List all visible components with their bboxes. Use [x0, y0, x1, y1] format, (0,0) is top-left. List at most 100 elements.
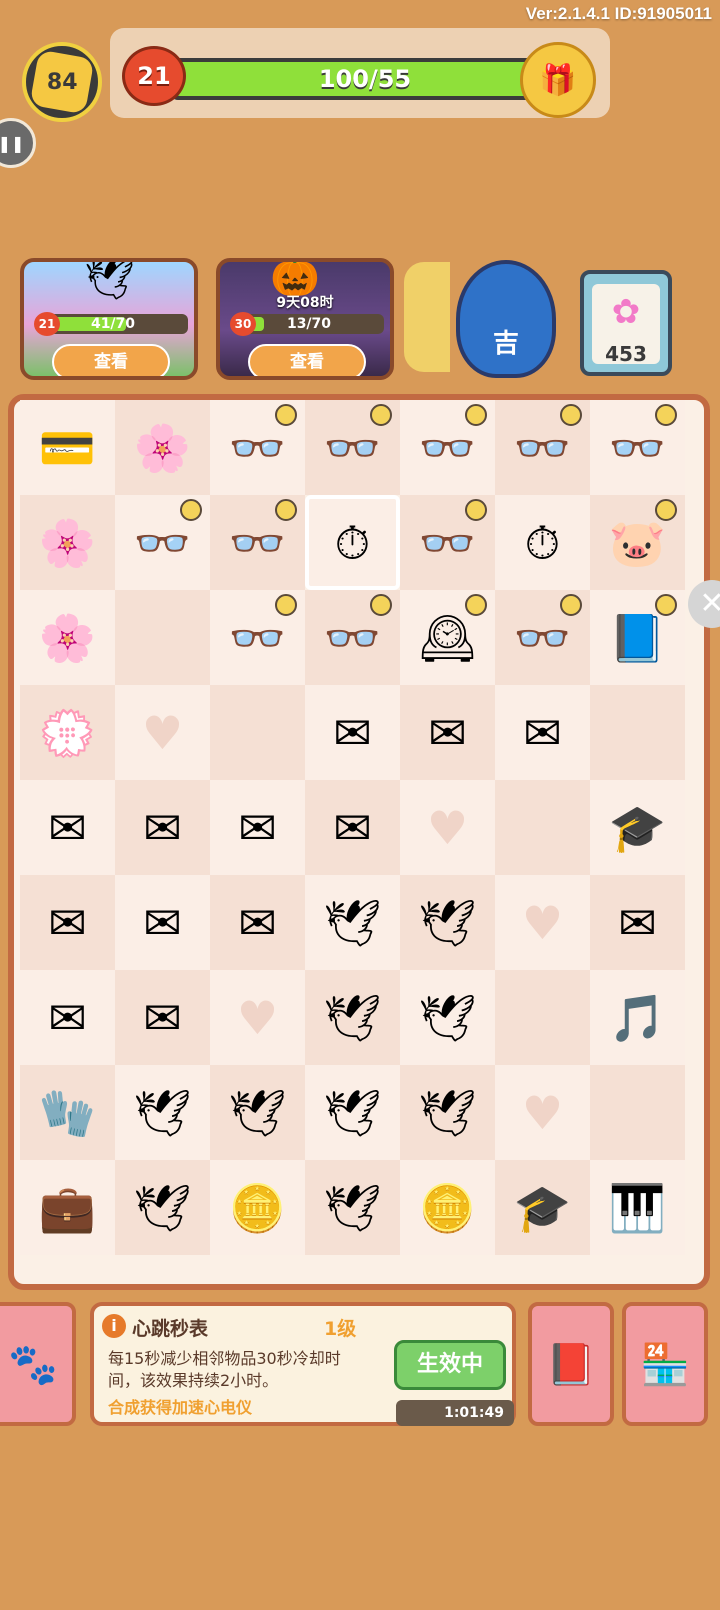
- glasses-icon: 👓: [418, 420, 477, 475]
- grid-cell-empty[interactable]: [495, 970, 590, 1065]
- grid-item-mittens[interactable]: 🧤: [20, 1065, 115, 1160]
- grid-item-letter[interactable]: ✉: [115, 970, 210, 1065]
- grid-item-clock[interactable]: 🕰: [400, 590, 495, 685]
- grid-item-letter[interactable]: ✉: [20, 875, 115, 970]
- grid-item-letter[interactable]: ✉: [115, 875, 210, 970]
- grid-item-heart[interactable]: ♥: [210, 970, 305, 1065]
- collection-clipboard[interactable]: ✿ 453: [580, 270, 672, 376]
- grid-item-glasses[interactable]: 👓: [305, 400, 400, 495]
- letter-icon: ✉: [143, 800, 182, 855]
- grid-item-glasses[interactable]: 👓: [400, 400, 495, 495]
- grid-item-crane[interactable]: 🕊: [115, 1160, 210, 1255]
- globe-icon[interactable]: [404, 262, 450, 372]
- grid-item-glasses[interactable]: 👓: [590, 400, 685, 495]
- recipe-book-button[interactable]: 📕: [528, 1302, 614, 1426]
- grid-item-letter[interactable]: ✉: [305, 780, 400, 875]
- grid-item-wallet[interactable]: 💳: [20, 400, 115, 495]
- crane-icon: 🕊: [418, 1085, 477, 1140]
- grid-item-letter[interactable]: ✉: [210, 780, 305, 875]
- grid-item-heart[interactable]: ♥: [495, 1065, 590, 1160]
- grid-item-crane[interactable]: 🕊: [305, 970, 400, 1065]
- grid-item-book[interactable]: 📘: [590, 590, 685, 685]
- grid-item-glasses[interactable]: 👓: [495, 400, 590, 495]
- event-card-crane[interactable]: 🕊 41/70 21 查看: [20, 258, 198, 380]
- grid-item-glasses[interactable]: 👓: [210, 590, 305, 685]
- grid-item-grad-cap[interactable]: 🎓: [590, 780, 685, 875]
- daruma-icon[interactable]: 吉: [456, 260, 556, 378]
- grid-item-glasses[interactable]: 👓: [400, 495, 495, 590]
- effect-countdown: 1:01:49: [396, 1400, 514, 1426]
- grid-item-flower-heart[interactable]: 💮: [20, 685, 115, 780]
- letter-icon: ✉: [333, 705, 372, 760]
- grid-item-letters[interactable]: ✉: [590, 875, 685, 970]
- grid-item-crane[interactable]: 🕊: [400, 875, 495, 970]
- grid-item-crane[interactable]: 🕊: [210, 1065, 305, 1160]
- letter-icon: ✉: [48, 990, 87, 1045]
- glasses-icon: 👓: [513, 610, 572, 665]
- grid-item-crane[interactable]: 🕊: [305, 1065, 400, 1160]
- grid-item-letter[interactable]: ✉: [20, 970, 115, 1065]
- item-name: 心跳秒表: [132, 1318, 209, 1340]
- briefcase-icon: 💼: [38, 1180, 97, 1235]
- grid-item-flowers[interactable]: 🌸: [20, 495, 115, 590]
- heart-icon: ♥: [521, 1085, 564, 1140]
- grid-item-letter[interactable]: ✉: [305, 685, 400, 780]
- grid-item-coin-stack[interactable]: 🪙: [400, 1160, 495, 1255]
- grid-item-letter[interactable]: ✉: [115, 780, 210, 875]
- grid-item-glasses[interactable]: 👓: [305, 590, 400, 685]
- grid-item-grad-cap[interactable]: 🎓: [495, 1160, 590, 1255]
- grid-item-watch[interactable]: ⏱: [495, 495, 590, 590]
- grid-cell-empty[interactable]: [590, 685, 685, 780]
- shop-button[interactable]: 🏪: [622, 1302, 708, 1426]
- grid-item-crane[interactable]: 🕊: [305, 875, 400, 970]
- watch-icon: ⏱: [334, 515, 371, 570]
- active-button[interactable]: 生效中: [394, 1340, 506, 1390]
- grid-item-glasses[interactable]: 👓: [115, 495, 210, 590]
- view-button[interactable]: 查看: [52, 344, 170, 376]
- grid-item-flower[interactable]: 🌸: [115, 400, 210, 495]
- grid-item-watch[interactable]: ⏱: [305, 495, 400, 590]
- grid-item-letter[interactable]: ✉: [495, 685, 590, 780]
- view-button[interactable]: 查看: [248, 344, 366, 376]
- side-menu-button[interactable]: ❚❚: [0, 118, 36, 168]
- grid-item-letter[interactable]: ✉: [210, 875, 305, 970]
- event-card-halloween[interactable]: 🎃 9天08时 13/70 30 查看: [216, 258, 394, 380]
- grid-item-glasses[interactable]: 👓: [495, 590, 590, 685]
- grid-cell-empty[interactable]: [115, 590, 210, 685]
- letter-icon: ✉: [48, 895, 87, 950]
- grid-item-piano[interactable]: 🎹: [590, 1160, 685, 1255]
- grid-item-glasses[interactable]: 👓: [210, 400, 305, 495]
- coins-icon: 🪙: [228, 1180, 287, 1235]
- event-progress-text: 13/70: [286, 316, 332, 332]
- paw-button[interactable]: 🐾: [0, 1302, 76, 1426]
- energy-tomato-icon[interactable]: 21: [122, 46, 186, 106]
- grid-item-crane[interactable]: 🕊: [400, 1065, 495, 1160]
- letters-icon: ✉: [618, 895, 657, 950]
- grid-item-heart[interactable]: ♥: [495, 875, 590, 970]
- grid-item-piggy[interactable]: 🐷: [590, 495, 685, 590]
- treasure-chest-icon[interactable]: 🎁: [520, 42, 596, 118]
- grid-item-letter[interactable]: ✉: [20, 780, 115, 875]
- grid-item-letter[interactable]: ✉: [400, 685, 495, 780]
- info-icon[interactable]: i: [102, 1314, 126, 1338]
- grid-item-heart[interactable]: ♥: [400, 780, 495, 875]
- grid-cell-empty[interactable]: [210, 685, 305, 780]
- piano-icon: 🎹: [608, 1180, 667, 1235]
- grid-cell-empty[interactable]: [590, 1065, 685, 1160]
- player-level-badge[interactable]: 84: [22, 42, 102, 122]
- crane-icon: 🕊: [323, 990, 382, 1045]
- grid-item-crane[interactable]: 🕊: [305, 1160, 400, 1255]
- grid-item-crane[interactable]: 🕊: [400, 970, 495, 1065]
- crane-icon: 🕊: [418, 990, 477, 1045]
- grid-item-flower[interactable]: 🌸: [20, 590, 115, 685]
- grid-item-heart[interactable]: ♥: [115, 685, 210, 780]
- grid-item-coins[interactable]: 🪙: [210, 1160, 305, 1255]
- grid-item-glasses[interactable]: 👓: [210, 495, 305, 590]
- grid-item-briefcase[interactable]: 💼: [20, 1160, 115, 1255]
- crane-icon: 🕊: [133, 1180, 192, 1235]
- grid-item-music[interactable]: 🎵: [590, 970, 685, 1065]
- grid-cell-empty[interactable]: [495, 780, 590, 875]
- letter-icon: ✉: [428, 705, 467, 760]
- event-level: 30: [230, 312, 256, 336]
- grid-item-crane[interactable]: 🕊: [115, 1065, 210, 1160]
